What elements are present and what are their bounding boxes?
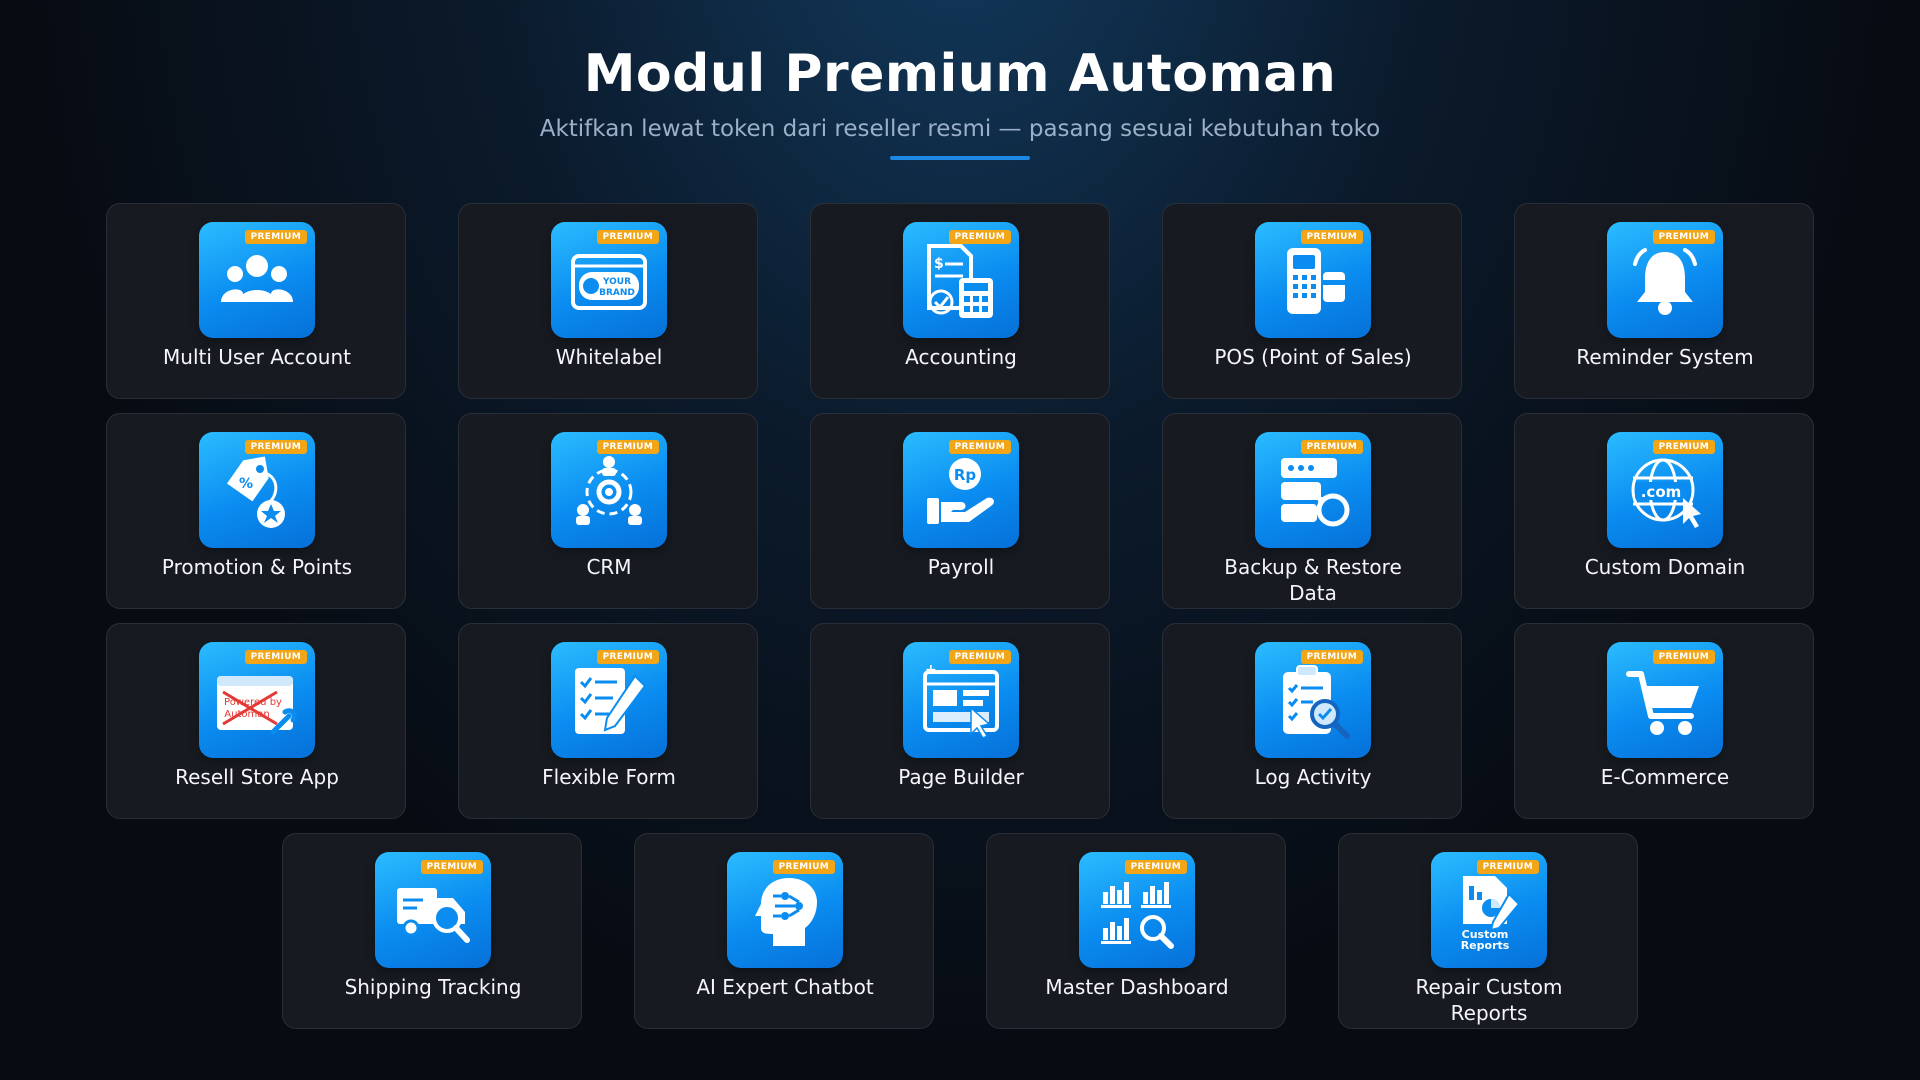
svg-text:+: + — [925, 662, 937, 678]
module-card-pos[interactable]: PREMIUM POS (Point of Sales) — [1162, 203, 1462, 399]
svg-text:%: % — [239, 476, 253, 492]
svg-text:YOUR: YOUR — [602, 277, 631, 287]
module-icon-tile: PREMIUM — [1079, 852, 1195, 968]
svg-text:BRAND: BRAND — [599, 288, 635, 298]
module-card-resell-store-app[interactable]: PREMIUM Powered by Automan Resell Store … — [106, 623, 406, 819]
your-brand-icon: YOUR BRAND — [571, 254, 647, 310]
module-label: Master Dashboard — [1045, 975, 1229, 999]
module-label: Backup & Restore Data — [1224, 555, 1402, 605]
module-icon-tile: PREMIUM — [1607, 222, 1723, 338]
module-label: Promotion & Points — [161, 555, 353, 579]
module-label: Payroll — [927, 555, 995, 579]
module-label: Accounting — [905, 345, 1017, 369]
module-card-promotion-points[interactable]: PREMIUM % Promotion & Points — [106, 413, 406, 609]
module-label: AI Expert Chatbot — [696, 975, 874, 999]
module-card-reminder-system[interactable]: PREMIUM Reminder System — [1514, 203, 1814, 399]
svg-text:Rp: Rp — [954, 466, 977, 484]
pos-terminal-icon — [1287, 248, 1345, 314]
shopping-cart-icon — [1626, 671, 1699, 735]
price-tag-icon: % — [226, 456, 285, 528]
module-card-repair-custom-reports[interactable]: PREMIUM Custom Reports Repair Custom Rep… — [1338, 833, 1638, 1029]
module-label: Repair Custom Reports — [1415, 975, 1563, 1025]
bell-icon — [1633, 248, 1697, 315]
svg-text:.com: .com — [1641, 483, 1682, 501]
module-label: Page Builder — [898, 765, 1024, 789]
module-icon-tile: PREMIUM $ — [903, 222, 1019, 338]
module-icon-tile: PREMIUM — [727, 852, 843, 968]
svg-text:$: $ — [934, 256, 944, 272]
module-label: Log Activity — [1254, 765, 1372, 789]
module-card-flexible-form[interactable]: PREMIUM Flexible Form — [458, 623, 758, 819]
module-label: POS (Point of Sales) — [1214, 345, 1412, 369]
module-label: E-Commerce — [1600, 765, 1730, 789]
module-card-log-activity[interactable]: PREMIUM Log Activity — [1162, 623, 1462, 819]
module-card-multi-user-account[interactable]: PREMIUM Multi User Account — [106, 203, 406, 399]
module-icon-tile: PREMIUM + — [903, 642, 1019, 758]
module-card-shipping-tracking[interactable]: PREMIUM Shipping Tracking — [282, 833, 582, 1029]
module-card-accounting[interactable]: PREMIUM $ Accounting — [810, 203, 1110, 399]
module-label: Custom Domain — [1584, 555, 1746, 579]
module-label: CRM — [586, 555, 632, 579]
truck-search-icon — [397, 888, 470, 943]
module-icon-tile: PREMIUM — [551, 642, 667, 758]
module-label: Resell Store App — [175, 765, 339, 789]
module-card-backup-restore[interactable]: PREMIUM Backup & Restore Data — [1162, 413, 1462, 609]
svg-text:Reports: Reports — [1461, 939, 1510, 952]
module-card-payroll[interactable]: PREMIUM Rp Payroll — [810, 413, 1110, 609]
module-icon-tile: PREMIUM — [199, 222, 315, 338]
module-icon-tile: PREMIUM Rp — [903, 432, 1019, 548]
ai-head-icon — [755, 878, 817, 946]
calculator-document-icon: $ — [927, 244, 993, 318]
module-icon-tile: PREMIUM — [551, 432, 667, 548]
module-icon-tile: PREMIUM Powered by Automan — [199, 642, 315, 758]
module-label: Reminder System — [1576, 345, 1754, 369]
module-card-e-commerce[interactable]: PREMIUM E-Commerce — [1514, 623, 1814, 819]
module-card-crm[interactable]: PREMIUM CRM — [458, 413, 758, 609]
page-layout-icon: + — [923, 662, 999, 739]
module-card-page-builder[interactable]: PREMIUM + Page Builder — [810, 623, 1110, 819]
module-icon-tile: PREMIUM Custom Reports — [1431, 852, 1547, 968]
module-card-custom-domain[interactable]: PREMIUM .com Custom Domain — [1514, 413, 1814, 609]
module-label: Whitelabel — [555, 345, 663, 369]
powered-by-crossed-icon: Powered by Automan — [217, 676, 297, 735]
module-icon-tile: PREMIUM — [1607, 642, 1723, 758]
module-icon-tile: PREMIUM — [1255, 642, 1371, 758]
clipboard-search-icon — [1283, 665, 1350, 739]
module-icon-tile: PREMIUM % — [199, 432, 315, 548]
module-icon-tile: PREMIUM — [1255, 432, 1371, 548]
module-card-whitelabel[interactable]: PREMIUM YOUR BRAND Whitelabel — [458, 203, 758, 399]
module-icon-tile: PREMIUM — [375, 852, 491, 968]
server-restore-icon — [1281, 458, 1350, 527]
module-icon-tile: PREMIUM — [1255, 222, 1371, 338]
charts-search-icon — [1101, 882, 1174, 949]
crm-network-icon — [576, 456, 642, 525]
module-icon-tile: PREMIUM YOUR BRAND — [551, 222, 667, 338]
module-card-ai-expert-chatbot[interactable]: PREMIUM AI Expert Chatbot — [634, 833, 934, 1029]
module-label: Flexible Form — [542, 765, 676, 789]
custom-reports-icon: Custom Reports — [1461, 876, 1521, 952]
module-label: Multi User Account — [163, 345, 351, 369]
module-card-master-dashboard[interactable]: PREMIUM Master Dashboard — [986, 833, 1286, 1029]
hand-coin-icon: Rp — [927, 458, 994, 524]
users-icon — [221, 255, 293, 302]
module-label: Shipping Tracking — [344, 975, 522, 999]
globe-com-icon: .com — [1631, 458, 1701, 528]
module-grid: PREMIUM Multi User Account PREMIUM YOUR … — [0, 0, 1920, 1080]
form-pencil-icon — [575, 668, 647, 734]
module-icon-tile: PREMIUM .com — [1607, 432, 1723, 548]
